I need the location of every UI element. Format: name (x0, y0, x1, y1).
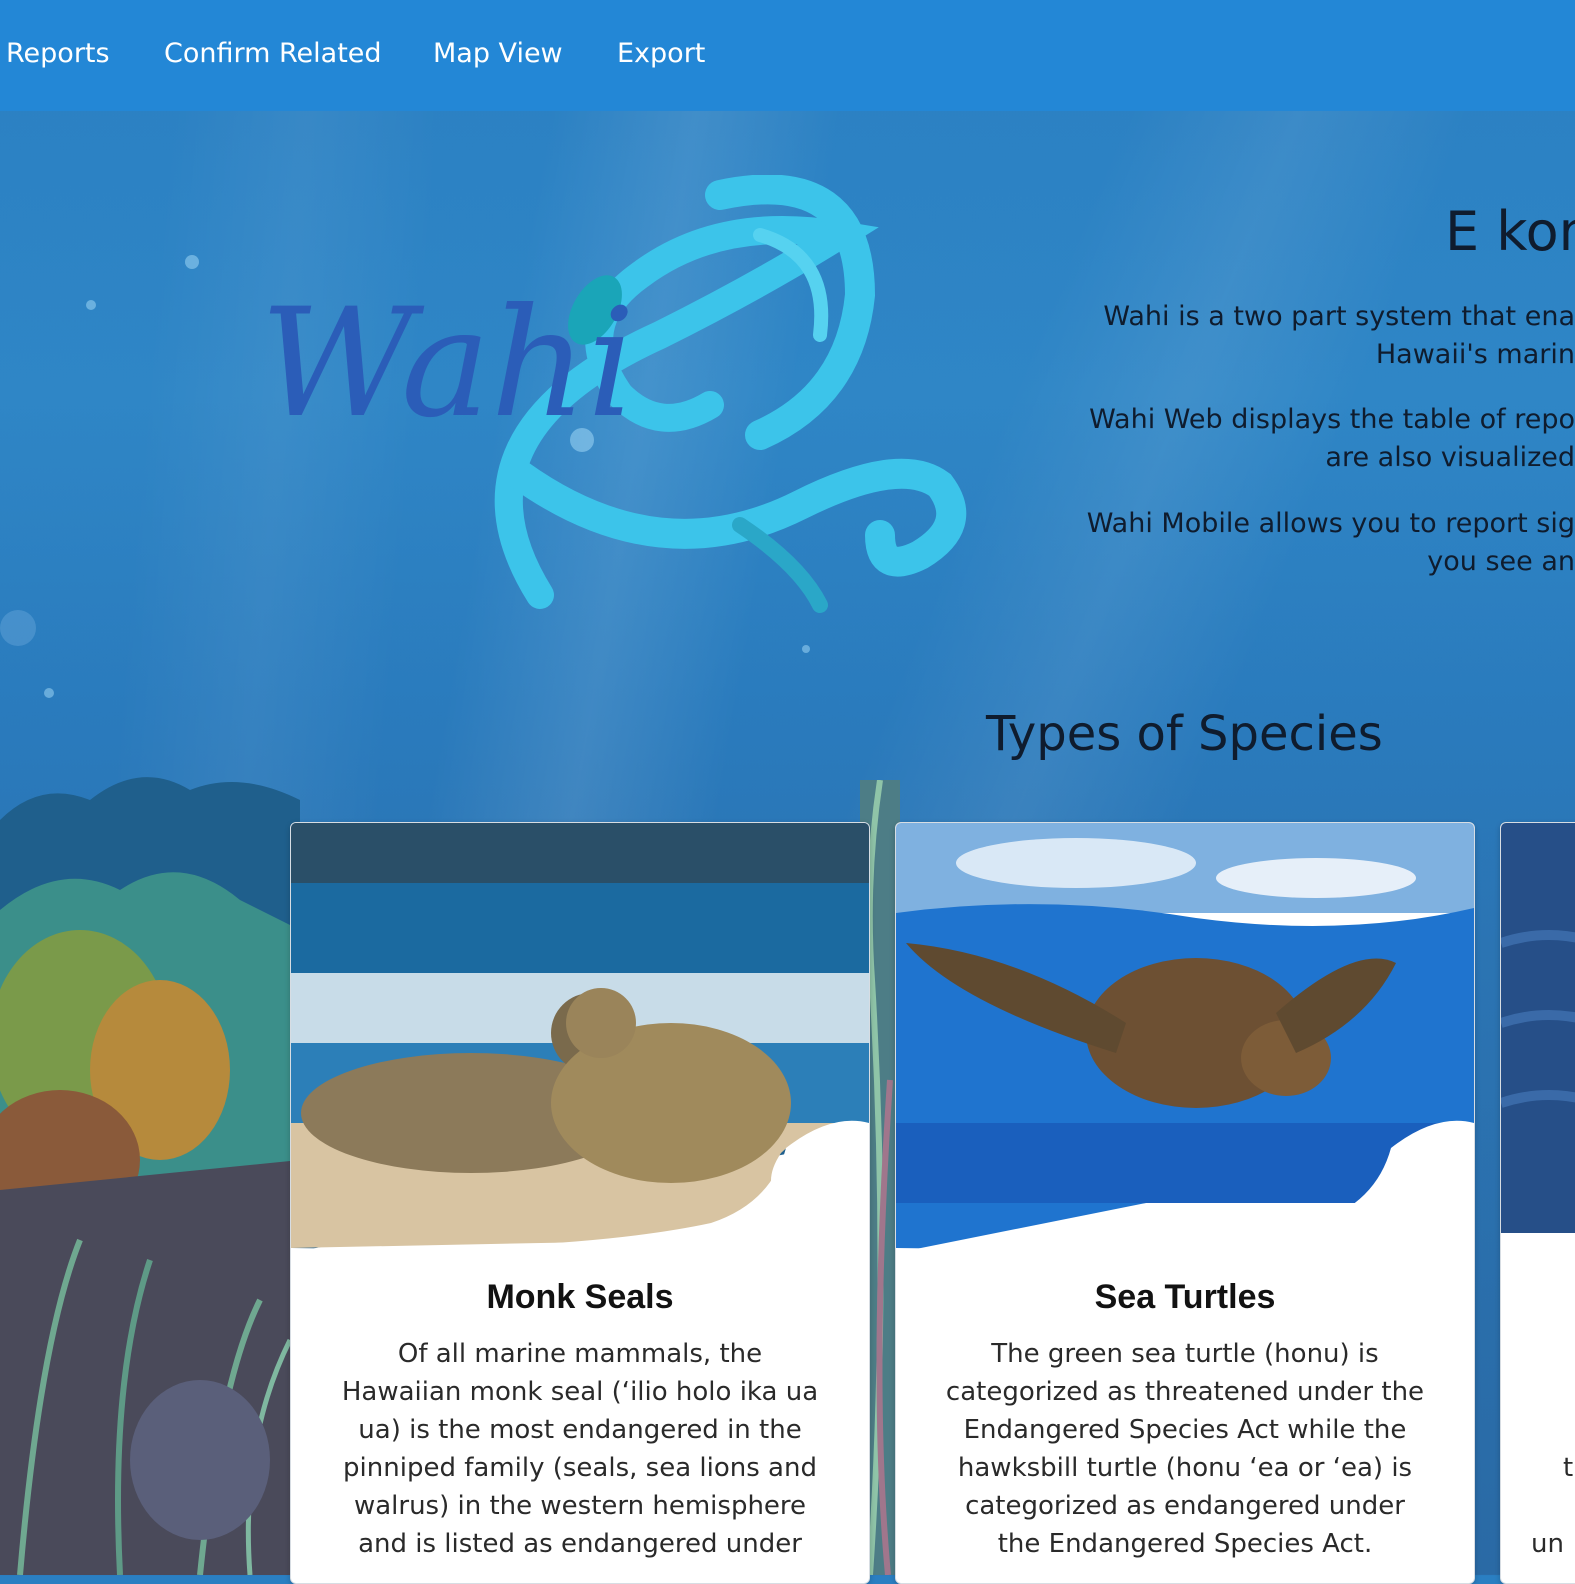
bubble (185, 255, 199, 269)
sea-turtle-photo (896, 823, 1474, 1255)
card-text-line (1531, 1487, 1575, 1525)
card-text-line: Hawaiian monk seal (‘ilio holo ika ua (341, 1377, 819, 1407)
card-text-line: the Endangered Species Act. (997, 1529, 1373, 1559)
nav-export[interactable]: Export (617, 38, 705, 69)
card-text-line: categorized as threatened under the (945, 1377, 1425, 1407)
svg-text:Wahi: Wahi (260, 277, 635, 451)
top-navbar: Reports Confirm Related Map View Export (0, 0, 1575, 111)
card-text-line: The green sea turtle (honu) is (991, 1339, 1379, 1369)
monk-seals-photo (291, 823, 869, 1255)
card-title: Sea Turtles (1094, 1278, 1276, 1316)
bubble (86, 300, 96, 310)
card-text-line: walrus) in the western hemisphere (353, 1491, 807, 1521)
card-text-line: Endangered Species Act while the (963, 1415, 1407, 1445)
card-description: The green sea turtle (honu) is categoriz… (920, 1335, 1450, 1563)
species-section-title: Types of Species (986, 706, 1383, 762)
intro-line: Wahi Web displays the table of repo (1089, 404, 1575, 435)
wahi-logo: Wahi (260, 175, 967, 613)
intro-heading: E kon (1445, 200, 1575, 263)
card-text-line: Of all marine mammals, the (397, 1339, 763, 1369)
species-card-partial[interactable]: t un (1500, 822, 1575, 1584)
intro-line: Wahi is a two part system that ena (1103, 301, 1575, 332)
card-text-line: categorized as endangered under (965, 1491, 1405, 1521)
intro-line: Wahi Mobile allows you to report sig (1086, 508, 1575, 539)
card-text-line (1531, 1373, 1575, 1411)
card-text-line: pinniped family (seals, sea lions and (343, 1453, 817, 1483)
intro-line: Hawaii's marin (1375, 339, 1575, 370)
card-text-line: and is listed as endangered under (358, 1529, 802, 1559)
card-title: Monk Seals (486, 1278, 674, 1316)
card-text-line: t (1563, 1453, 1574, 1483)
bubble (0, 610, 36, 646)
card-text-line: ua) is the most endangered in the (358, 1415, 802, 1445)
intro-line: are also visualized (1325, 442, 1575, 473)
species-card-sea-turtles[interactable]: Sea Turtles The green sea turtle (honu) … (895, 822, 1475, 1584)
card-text-line (1531, 1411, 1575, 1449)
card-description: t un (1531, 1335, 1575, 1563)
species-card-monk-seals[interactable]: Monk Seals Of all marine mammals, the Ha… (290, 822, 870, 1584)
nav-reports[interactable]: Reports (6, 38, 110, 69)
card-text-line: un (1531, 1529, 1564, 1559)
card-text-line: hawksbill turtle (honu ‘ea or ‘ea) is (957, 1453, 1413, 1483)
bubble (802, 645, 810, 653)
intro-paragraph-1: Wahi is a two part system that ena Hawai… (1103, 298, 1575, 374)
intro-paragraph-2: Wahi Web displays the table of repo are … (1089, 401, 1575, 477)
bubble (44, 688, 54, 698)
card-description: Of all marine mammals, the Hawaiian monk… (315, 1335, 845, 1563)
intro-line: you see an (1427, 546, 1575, 577)
ocean-photo (1501, 823, 1575, 1255)
nav-confirm-related[interactable]: Confirm Related (164, 38, 382, 69)
coral-reef-illustration (0, 777, 300, 1575)
nav-map-view[interactable]: Map View (433, 38, 563, 69)
card-text-line (1531, 1335, 1575, 1373)
intro-paragraph-3: Wahi Mobile allows you to report sig you… (1087, 505, 1575, 581)
